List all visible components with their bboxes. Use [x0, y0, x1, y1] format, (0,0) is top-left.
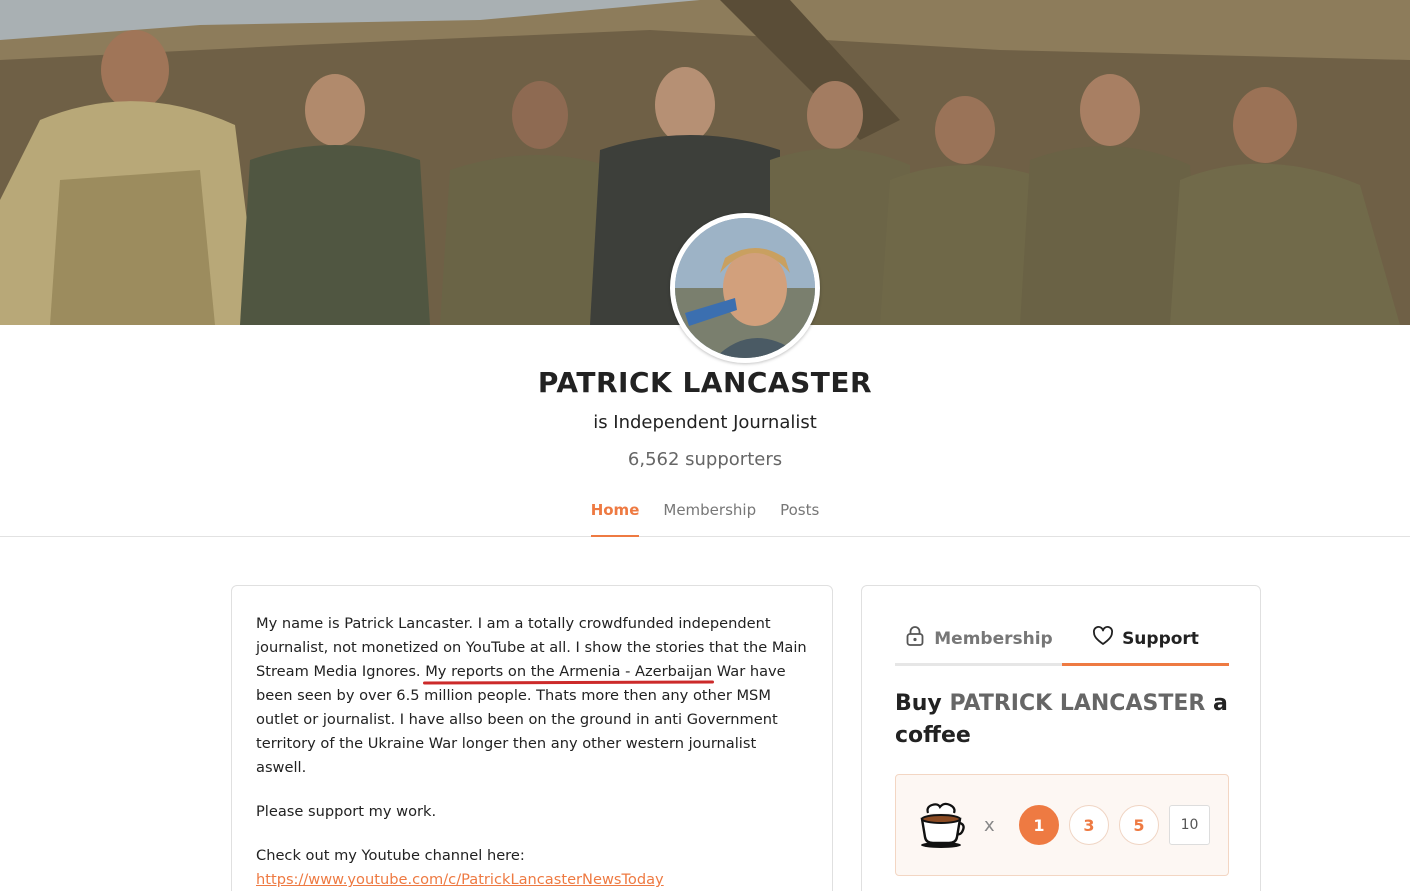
tab-support[interactable]: Support: [1062, 614, 1229, 666]
profile-nav: Home Membership Posts: [0, 496, 1410, 537]
highlighted-text: My reports on the Armenia - Azerbaijan: [425, 663, 713, 680]
times-symbol: x: [984, 815, 995, 836]
support-card: Membership Support Buy PATRICK LANCASTER…: [861, 585, 1261, 891]
buy-coffee-title: Buy PATRICK LANCASTER a coffee: [895, 688, 1229, 752]
youtube-paragraph: Check out my Youtube channel here: https…: [256, 844, 808, 891]
supporter-count: 6,562 supporters: [627, 449, 783, 470]
youtube-prompt-text: Check out my Youtube channel here:: [256, 847, 525, 864]
coffee-cup-icon: [916, 799, 966, 853]
about-text: My name is Patrick Lancaster. I am a tot…: [256, 612, 808, 891]
lock-icon: [904, 625, 926, 652]
qty-custom-input[interactable]: 10: [1169, 805, 1210, 845]
tab-posts[interactable]: Posts: [780, 496, 819, 537]
tab-membership-label: Membership: [934, 628, 1053, 649]
qty-option-3[interactable]: 3: [1069, 805, 1109, 845]
buy-prefix: Buy: [895, 691, 950, 716]
creator-tagline: is Independent Journalist: [593, 412, 817, 433]
youtube-link[interactable]: https://www.youtube.com/c/PatrickLancast…: [256, 871, 664, 888]
about-paragraph: My name is Patrick Lancaster. I am a tot…: [256, 612, 808, 780]
coffee-selector: x 1 3 5 10: [895, 774, 1229, 876]
tab-membership-support[interactable]: Membership: [895, 614, 1062, 666]
heart-icon: [1092, 625, 1114, 652]
about-card: My name is Patrick Lancaster. I am a tot…: [231, 585, 833, 891]
tab-home[interactable]: Home: [590, 496, 640, 537]
buy-creator-name: PATRICK LANCASTER: [949, 691, 1206, 716]
creator-avatar: [670, 213, 820, 363]
tab-membership[interactable]: Membership: [663, 496, 756, 537]
tab-support-label: Support: [1122, 628, 1199, 649]
qty-option-1[interactable]: 1: [1019, 805, 1059, 845]
qty-option-5[interactable]: 5: [1119, 805, 1159, 845]
support-request-text: Please support my work.: [256, 803, 437, 820]
support-tabs: Membership Support: [895, 614, 1229, 666]
creator-name: PATRICK LANCASTER: [537, 366, 873, 399]
